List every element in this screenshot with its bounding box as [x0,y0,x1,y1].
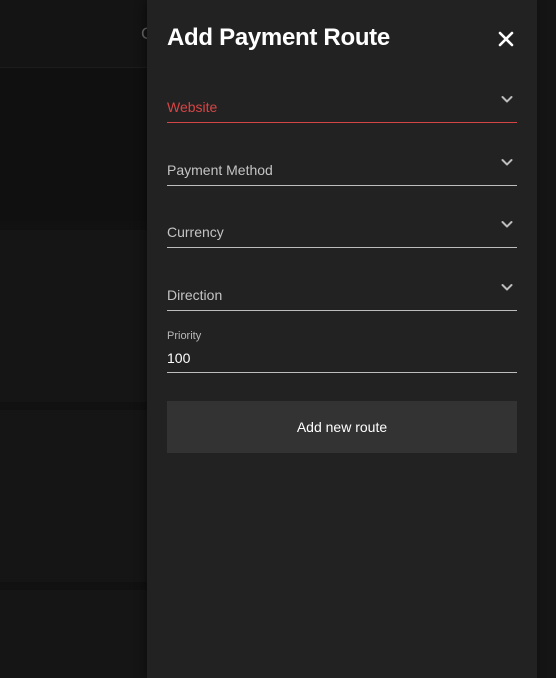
background-header [0,0,147,68]
add-new-route-button[interactable]: Add new route [167,401,517,453]
website-label: Website [167,99,218,115]
payment-method-select[interactable]: Payment Method [167,146,517,186]
app-root: C Add Payment Route Website Payment Meth… [0,0,556,678]
background-panel [0,69,147,221]
currency-label: Currency [167,224,224,240]
website-select[interactable]: Website [167,83,517,123]
chevron-down-icon [501,281,513,293]
drawer-title: Add Payment Route [167,24,390,51]
close-icon [498,31,514,47]
direction-select[interactable]: Direction [167,271,517,311]
priority-input[interactable] [167,348,517,368]
background-card [0,410,147,582]
priority-label: Priority [167,330,202,342]
background-card [0,590,147,678]
background-edge [537,0,556,678]
chevron-down-icon [501,156,513,168]
chevron-down-icon [501,218,513,230]
direction-label: Direction [167,287,223,303]
add-payment-route-drawer: Add Payment Route Website Payment Method… [147,0,537,678]
chevron-down-icon [501,93,513,105]
priority-field: Priority [167,330,517,373]
currency-select[interactable]: Currency [167,208,517,248]
background-card [0,230,147,402]
close-button[interactable] [495,28,517,50]
payment-method-label: Payment Method [167,162,273,178]
